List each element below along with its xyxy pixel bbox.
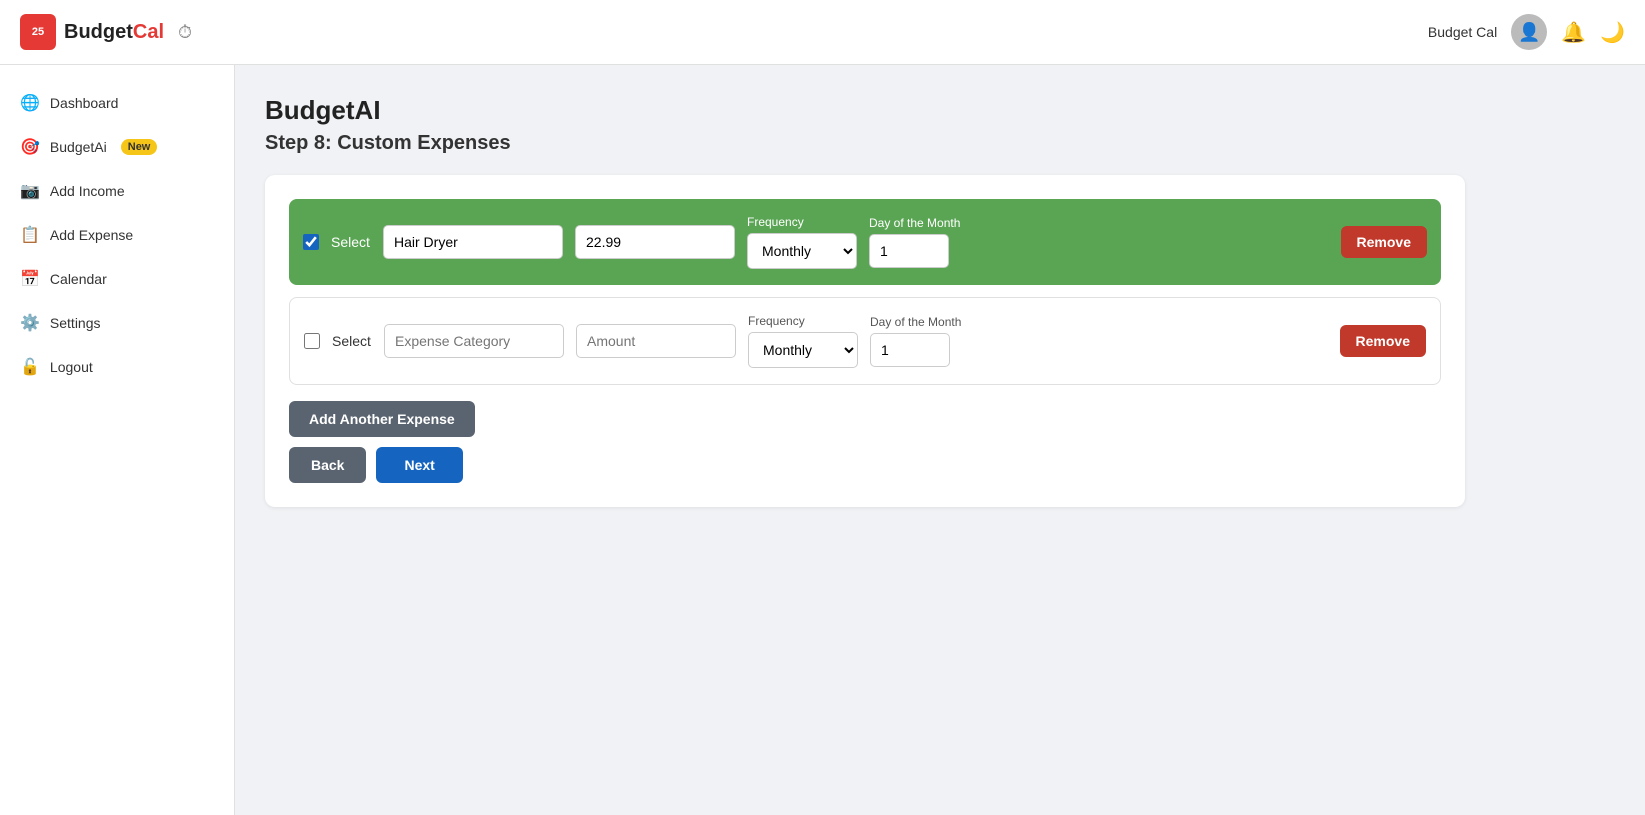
- sidebar-item-budgetai[interactable]: 🎯 BudgetAi New: [0, 125, 234, 169]
- sidebar-item-logout[interactable]: 🔓 Logout: [0, 345, 234, 389]
- day-input-1[interactable]: [870, 333, 950, 367]
- sidebar-label-dashboard: Dashboard: [50, 95, 119, 111]
- top-header: 25 BudgetCal ⏱ Budget Cal 👤 🔔 🌙: [0, 0, 1645, 65]
- sidebar-label-add-income: Add Income: [50, 183, 125, 199]
- expense-amount-1[interactable]: [576, 324, 736, 358]
- select-label-1: Select: [332, 333, 372, 349]
- day-group-1: Day of the Month: [870, 315, 961, 367]
- sidebar: 🌐 Dashboard 🎯 BudgetAi New 📷 Add Income …: [0, 65, 235, 815]
- day-label-1: Day of the Month: [870, 315, 961, 329]
- frequency-label-1: Frequency: [748, 314, 858, 328]
- settings-icon: ⚙️: [20, 313, 40, 333]
- logout-icon: 🔓: [20, 357, 40, 377]
- frequency-label-0: Frequency: [747, 215, 857, 229]
- sidebar-item-calendar[interactable]: 📅 Calendar: [0, 257, 234, 301]
- sidebar-item-add-income[interactable]: 📷 Add Income: [0, 169, 234, 213]
- day-input-0[interactable]: [869, 234, 949, 268]
- sidebar-label-calendar: Calendar: [50, 271, 107, 287]
- logo-icon: 25: [20, 14, 56, 50]
- action-row: Add Another Expense: [289, 401, 1441, 437]
- avatar: 👤: [1511, 14, 1547, 50]
- expense-checkbox-1[interactable]: [304, 333, 320, 349]
- sidebar-item-dashboard[interactable]: 🌐 Dashboard: [0, 81, 234, 125]
- expense-category-0[interactable]: [383, 225, 563, 259]
- calendar-icon: 📅: [20, 269, 40, 289]
- nav-row: Back Next: [289, 447, 1441, 483]
- add-another-expense-button[interactable]: Add Another Expense: [289, 401, 475, 437]
- back-button[interactable]: Back: [289, 447, 366, 483]
- moon-icon[interactable]: 🌙: [1600, 20, 1625, 45]
- remove-button-0[interactable]: Remove: [1341, 226, 1427, 258]
- day-label-0: Day of the Month: [869, 216, 960, 230]
- header-brand: BudgetCal: [64, 21, 164, 44]
- next-button[interactable]: Next: [376, 447, 462, 483]
- header-username: Budget Cal: [1428, 24, 1497, 40]
- add-income-icon: 📷: [20, 181, 40, 201]
- body-layout: 🌐 Dashboard 🎯 BudgetAi New 📷 Add Income …: [0, 65, 1645, 815]
- select-label-0: Select: [331, 234, 371, 250]
- expense-row-1: Select Frequency Monthly Weekly Yearly D…: [289, 297, 1441, 385]
- expenses-card: Select Frequency Monthly Weekly Yearly D…: [265, 175, 1465, 507]
- page-title: BudgetAI: [265, 95, 1615, 126]
- expense-category-1[interactable]: [384, 324, 564, 358]
- add-expense-icon: 📋: [20, 225, 40, 245]
- header-left: 25 BudgetCal ⏱: [20, 14, 192, 50]
- sidebar-label-budgetai: BudgetAi: [50, 139, 107, 155]
- frequency-select-0[interactable]: Monthly Weekly Yearly: [747, 233, 857, 269]
- sidebar-label-settings: Settings: [50, 315, 101, 331]
- sidebar-item-settings[interactable]: ⚙️ Settings: [0, 301, 234, 345]
- frequency-group-0: Frequency Monthly Weekly Yearly: [747, 215, 857, 269]
- budgetai-icon: 🎯: [20, 137, 40, 157]
- remove-button-1[interactable]: Remove: [1340, 325, 1426, 357]
- bell-icon[interactable]: 🔔: [1561, 20, 1586, 45]
- expense-checkbox-0[interactable]: [303, 234, 319, 250]
- sidebar-item-add-expense[interactable]: 📋 Add Expense: [0, 213, 234, 257]
- new-badge: New: [121, 139, 158, 155]
- sidebar-label-logout: Logout: [50, 359, 93, 375]
- main-content: BudgetAI Step 8: Custom Expenses Select …: [235, 65, 1645, 815]
- brand-text-black: Budget: [64, 21, 133, 43]
- brand-text-red: Cal: [133, 21, 164, 43]
- dashboard-icon: 🌐: [20, 93, 40, 113]
- expense-row-0: Select Frequency Monthly Weekly Yearly D…: [289, 199, 1441, 285]
- clock-icon[interactable]: ⏱: [178, 22, 192, 43]
- frequency-select-1[interactable]: Monthly Weekly Yearly: [748, 332, 858, 368]
- expense-amount-0[interactable]: [575, 225, 735, 259]
- day-group-0: Day of the Month: [869, 216, 960, 268]
- frequency-group-1: Frequency Monthly Weekly Yearly: [748, 314, 858, 368]
- step-title: Step 8: Custom Expenses: [265, 132, 1615, 155]
- header-right: Budget Cal 👤 🔔 🌙: [1428, 14, 1625, 50]
- sidebar-label-add-expense: Add Expense: [50, 227, 133, 243]
